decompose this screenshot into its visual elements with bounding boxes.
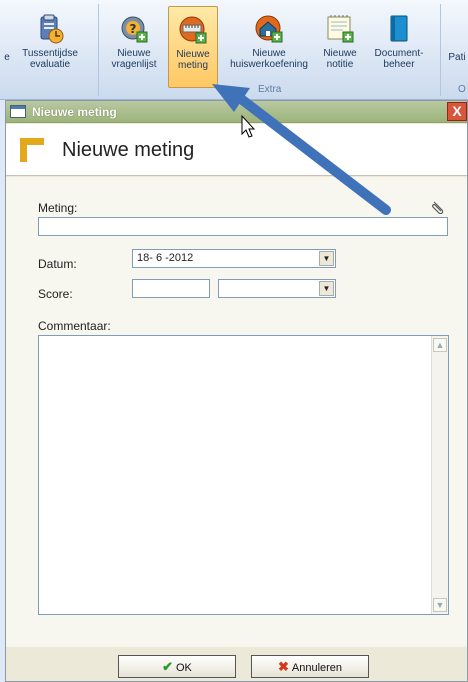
window-icon (10, 105, 26, 118)
ribbon-separator (440, 4, 441, 96)
ribbon-group-label-right: O (458, 84, 466, 95)
page-title: Nieuwe meting (62, 139, 195, 161)
cross-icon: ✖ (277, 659, 289, 674)
commentaar-textarea[interactable]: ▲ ▼ (38, 335, 449, 615)
scroll-down-icon[interactable]: ▼ (433, 598, 447, 612)
clip-icon[interactable] (431, 200, 445, 214)
documentbeheer-button[interactable]: Document- beheer (366, 6, 432, 88)
cancel-button[interactable]: ✖ Annuleren (251, 655, 369, 678)
score-input[interactable] (132, 279, 210, 298)
ribbon-button-label: Nieuwe meting (176, 49, 210, 71)
nieuwe-vragenlijst-button[interactable]: ? Nieuwe vragenlijst (104, 6, 164, 88)
datum-value: 18- 6 -2012 (137, 252, 194, 264)
nieuwe-huiswerkoefening-button[interactable]: Nieuwe huiswerkoefening (222, 6, 316, 88)
new-measurement-dialog: Nieuwe meting X Nieuwe meting Meting: Da… (5, 100, 468, 682)
ribbon-button-label: Document- beheer (374, 48, 424, 70)
measurement-form: Meting: Datum: 18- 6 -2012 ▼ Score: ▼ Co… (6, 177, 467, 647)
note-add-icon (325, 14, 355, 44)
datum-label: Datum: (38, 257, 77, 271)
nieuwe-meting-button[interactable]: Nieuwe meting (168, 6, 218, 88)
ribbon-toolbar: e Tussentijdse evaluatie ? Nieuwe vragen… (0, 0, 468, 100)
ruler-add-icon (178, 15, 208, 45)
dialog-header: Nieuwe meting (6, 124, 467, 176)
meting-label: Meting: (38, 201, 78, 215)
dialog-footer: ✔ OK ✖ Annuleren (6, 647, 467, 681)
chevron-down-icon[interactable]: ▼ (319, 251, 334, 266)
ok-label: OK (176, 662, 192, 674)
score-label: Score: (38, 287, 73, 301)
book-icon (384, 14, 414, 44)
ribbon-button-label: e (4, 52, 10, 63)
ribbon-separator (98, 4, 99, 96)
svg-text:?: ? (130, 22, 137, 36)
ribbon-button-partial-right[interactable]: Pati (446, 6, 468, 88)
ribbon-button-label: Pati (448, 52, 466, 63)
nieuwe-notitie-button[interactable]: Nieuwe notitie (318, 6, 362, 88)
score-unit-dropdown[interactable]: ▼ (218, 279, 336, 298)
dialog-titlebar[interactable]: Nieuwe meting X (6, 101, 467, 123)
ribbon-button-label: Nieuwe huiswerkoefening (230, 48, 308, 70)
corner-icon (20, 138, 44, 162)
meting-input[interactable] (38, 217, 448, 236)
chevron-down-icon[interactable]: ▼ (319, 281, 334, 296)
cancel-label: Annuleren (291, 662, 343, 674)
ribbon-button-label: Tussentijdse evaluatie (22, 48, 78, 70)
ribbon-group-label: Extra (258, 84, 282, 95)
question-add-icon: ? (119, 14, 149, 44)
house-add-icon (254, 14, 284, 44)
ribbon-button-label: Nieuwe notitie (323, 48, 357, 70)
datum-dropdown[interactable]: 18- 6 -2012 ▼ (132, 249, 336, 268)
clipboard-clock-icon (35, 14, 65, 44)
ribbon-button-partial[interactable]: e (0, 6, 14, 88)
vertical-scrollbar[interactable]: ▲ ▼ (431, 336, 448, 614)
checkmark-icon: ✔ (162, 659, 173, 674)
commentaar-label: Commentaar: (38, 319, 111, 333)
ribbon-button-label: Nieuwe vragenlijst (111, 48, 157, 70)
ok-button[interactable]: ✔ OK (118, 655, 236, 678)
scroll-up-icon[interactable]: ▲ (433, 338, 447, 352)
close-button[interactable]: X (447, 102, 467, 121)
dialog-title: Nieuwe meting (32, 105, 117, 119)
tussentijdse-evaluatie-button[interactable]: Tussentijdse evaluatie (14, 6, 86, 88)
